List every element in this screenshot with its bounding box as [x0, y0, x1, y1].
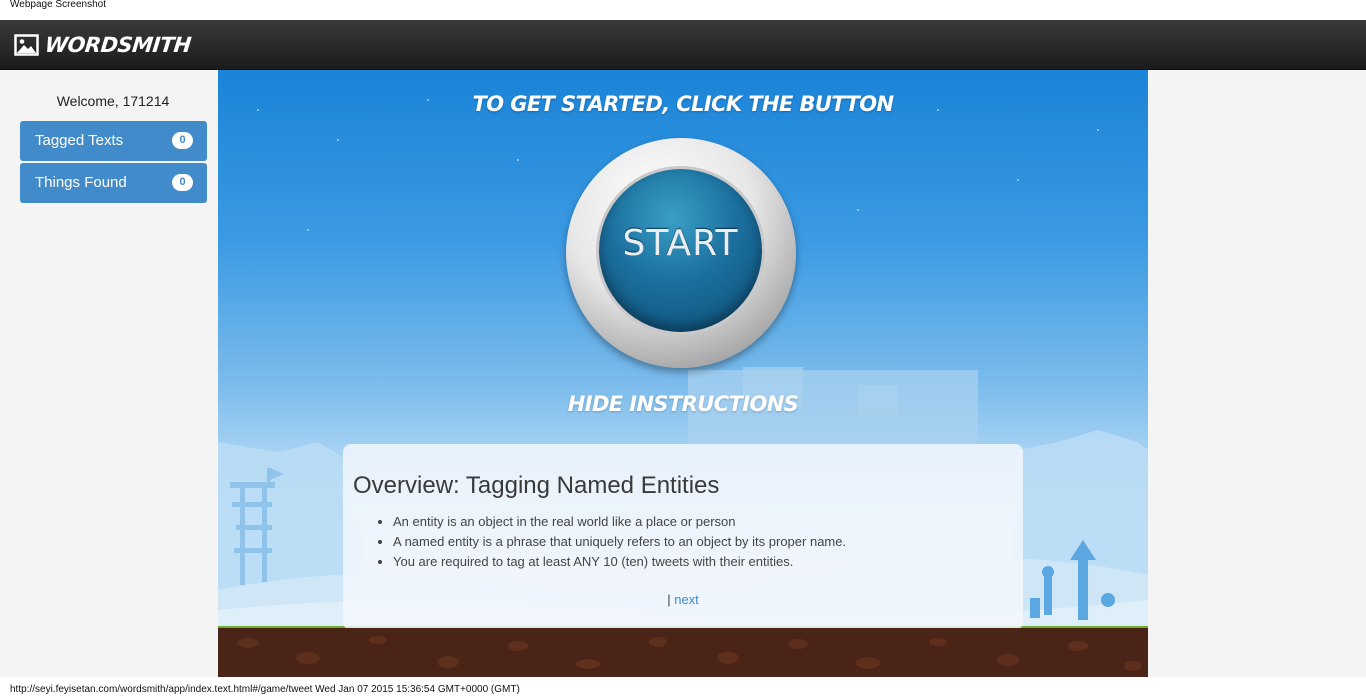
image-icon [14, 34, 39, 56]
start-button-label: START [622, 223, 739, 264]
instructions-panel: Overview: Tagging Named Entities An enti… [343, 444, 1023, 630]
sidebar-item-things-found[interactable]: Things Found 0 [20, 163, 207, 203]
instructions-title: Overview: Tagging Named Entities [353, 472, 720, 499]
start-button[interactable]: START [566, 138, 796, 368]
page-body: Welcome, 171214 Tagged Texts 0 Things Fo… [0, 70, 1366, 677]
count-badge: 0 [172, 132, 193, 149]
list-item: A named entity is a phrase that uniquely… [393, 532, 846, 552]
pager-separator: | [667, 592, 671, 607]
start-headline: To get started, click the button [472, 92, 895, 116]
hide-instructions-link[interactable]: Hide instructions [218, 392, 1148, 416]
list-item: An entity is an object in the real world… [393, 512, 846, 532]
brand-name: Wordsmith [43, 33, 193, 57]
status-bar-url: http://seyi.feyisetan.com/wordsmith/app/… [10, 684, 520, 695]
sidebar-item-tagged-texts[interactable]: Tagged Texts 0 [20, 121, 207, 161]
instructions-list: An entity is an object in the real world… [393, 512, 846, 572]
dirt-texture [238, 636, 1142, 671]
sidebar-item-label: Things Found [35, 174, 127, 191]
brand-logo[interactable]: Wordsmith [14, 31, 193, 59]
instructions-pager: | next [343, 592, 1023, 607]
sidebar: Welcome, 171214 Tagged Texts 0 Things Fo… [0, 70, 218, 677]
count-badge: 0 [172, 174, 193, 191]
list-item: You are required to tag at least ANY 10 … [393, 552, 846, 572]
top-navbar: Wordsmith [0, 20, 1366, 70]
welcome-message: Welcome, 171214 [56, 93, 170, 109]
game-stage: To get started, click the button START H… [218, 70, 1148, 677]
ground-dirt [218, 628, 1148, 677]
screenshot-caption: Webpage Screenshot [10, 0, 106, 10]
next-link[interactable]: next [674, 592, 699, 607]
sidebar-item-label: Tagged Texts [35, 132, 124, 149]
start-button-face: START [599, 169, 762, 332]
